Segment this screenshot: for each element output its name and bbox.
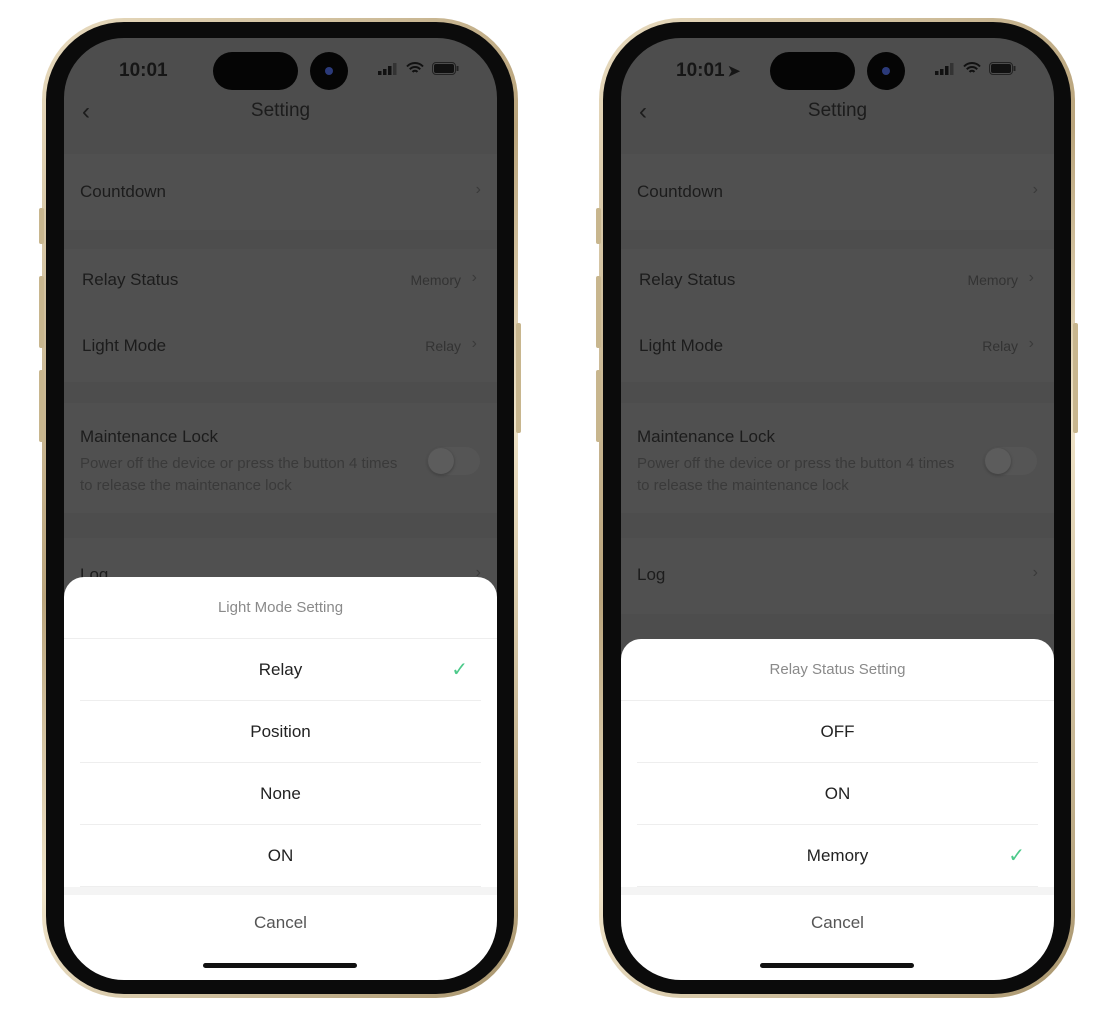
sheet-option[interactable]: Position xyxy=(80,701,481,763)
cancel-button[interactable]: Cancel xyxy=(64,895,497,951)
row-label: Light Mode xyxy=(639,336,724,355)
camera xyxy=(867,52,905,90)
volume-up-button xyxy=(39,276,44,348)
row-countdown[interactable]: Countdown › xyxy=(621,154,1054,230)
cancel-button[interactable]: Cancel xyxy=(621,895,1054,951)
chevron-right-icon: › xyxy=(475,181,481,198)
row-countdown[interactable]: Countdown › xyxy=(64,154,497,230)
phone-frame: 10:01 ➤ ‹ Setting Countdown › Relay Statu… xyxy=(596,18,1078,998)
row-label: Countdown xyxy=(80,182,167,201)
volume-down-button xyxy=(39,370,44,442)
row-label: Relay Status xyxy=(82,270,179,289)
row-value: Relay xyxy=(425,338,461,354)
volume-down-button xyxy=(596,370,601,442)
screen: 10:01 ‹ Setting Countdown › Relay Status… xyxy=(64,38,497,980)
chevron-right-icon: › xyxy=(1032,564,1038,581)
screen: 10:01 ➤ ‹ Setting Countdown › Relay Statu… xyxy=(621,38,1054,980)
row-label: Maintenance Lock xyxy=(80,427,218,446)
chevron-right-icon: › xyxy=(1028,335,1034,352)
option-label: Memory xyxy=(806,846,869,865)
action-sheet: Relay Status Setting OFF ON Memory ✓ Cancel xyxy=(621,639,1054,980)
row-label: Relay Status xyxy=(639,270,736,289)
wifi-icon xyxy=(406,62,424,73)
section-relay: Relay Status Memory › Light Mode Relay › xyxy=(621,249,1054,382)
page-title: Setting xyxy=(807,100,868,121)
maintenance-lock-toggle[interactable] xyxy=(427,447,480,475)
row-label: Countdown xyxy=(637,182,724,201)
action-sheet: Light Mode Setting Relay ✓ Position None ON … xyxy=(64,577,497,980)
sheet-option[interactable]: ON xyxy=(637,763,1038,825)
option-label: None xyxy=(260,784,301,803)
phone-frame: 10:01 ‹ Setting Countdown › Relay Status… xyxy=(39,18,521,998)
row-log[interactable]: Log › xyxy=(621,538,1054,614)
sheet-option[interactable]: OFF xyxy=(637,701,1038,763)
dynamic-island xyxy=(213,52,298,90)
row-description: Power off the device or press the button… xyxy=(80,455,398,494)
home-indicator xyxy=(64,951,497,980)
sheet-option[interactable]: Relay ✓ xyxy=(80,639,481,701)
dynamic-island xyxy=(770,52,855,90)
checkmark-icon: ✓ xyxy=(1008,845,1025,867)
row-light-mode[interactable]: Light Mode Relay › xyxy=(64,315,497,381)
option-label: ON xyxy=(267,846,294,865)
location-arrow-icon: ➤ xyxy=(727,63,741,80)
row-value: Memory xyxy=(410,272,461,288)
power-button xyxy=(516,323,521,433)
signal-icon xyxy=(935,62,954,75)
sheet-option[interactable]: Memory ✓ xyxy=(637,825,1038,887)
row-value: Relay xyxy=(982,338,1018,354)
action-button xyxy=(596,208,601,244)
maintenance-lock-toggle[interactable] xyxy=(984,447,1037,475)
sheet-title: Relay Status Setting xyxy=(621,639,1054,701)
row-description: Power off the device or press the button… xyxy=(637,455,955,494)
row-label: Log xyxy=(637,565,666,584)
battery-icon xyxy=(989,62,1016,75)
row-label: Maintenance Lock xyxy=(637,427,775,446)
page-title: Setting xyxy=(250,100,311,121)
sheet-option[interactable]: None xyxy=(80,763,481,825)
row-value: Memory xyxy=(967,272,1018,288)
section-relay: Relay Status Memory › Light Mode Relay › xyxy=(64,249,497,382)
camera xyxy=(310,52,348,90)
battery-icon xyxy=(432,62,459,75)
wifi-icon xyxy=(963,62,981,73)
status-time: 10:01 ➤ xyxy=(676,60,741,81)
chevron-right-icon: › xyxy=(1032,181,1038,198)
row-relay-status[interactable]: Relay Status Memory › xyxy=(64,249,497,315)
signal-icon xyxy=(378,62,397,75)
volume-up-button xyxy=(596,276,601,348)
power-button xyxy=(1073,323,1078,433)
row-relay-status[interactable]: Relay Status Memory › xyxy=(621,249,1054,315)
chevron-right-icon: › xyxy=(471,335,477,352)
chevron-right-icon: › xyxy=(1028,269,1034,286)
row-label: Light Mode xyxy=(82,336,167,355)
sheet-title: Light Mode Setting xyxy=(64,577,497,639)
status-time: 10:01 xyxy=(119,60,168,81)
row-light-mode[interactable]: Light Mode Relay › xyxy=(621,315,1054,381)
home-indicator xyxy=(621,951,1054,980)
option-label: ON xyxy=(824,784,851,803)
option-label: Relay xyxy=(258,660,303,679)
option-label: OFF xyxy=(820,722,855,741)
option-label: Position xyxy=(250,722,311,741)
action-button xyxy=(39,208,44,244)
chevron-right-icon: › xyxy=(471,269,477,286)
checkmark-icon: ✓ xyxy=(451,659,468,681)
sheet-option[interactable]: ON xyxy=(80,825,481,887)
